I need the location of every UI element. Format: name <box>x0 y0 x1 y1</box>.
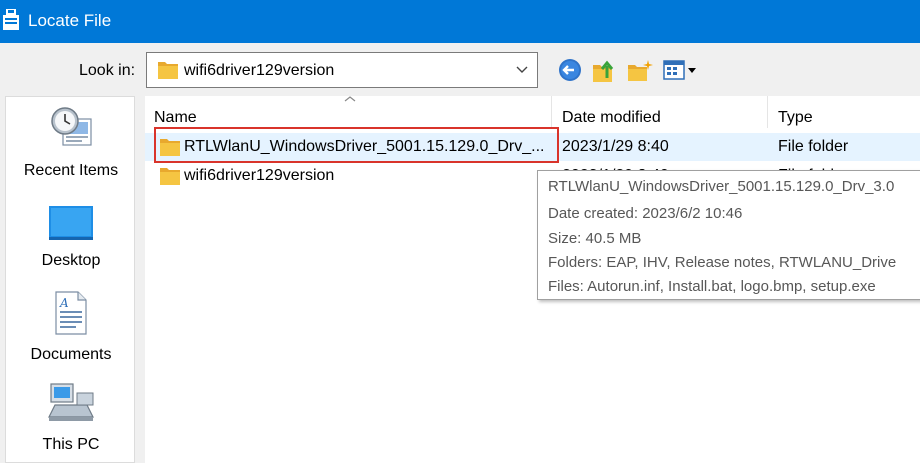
file-info-tooltip: RTLWlanU_WindowsDriver_5001.15.129.0_Drv… <box>537 170 920 300</box>
tooltip-line: RTLWlanU_WindowsDriver_5001.15.129.0_Drv… <box>548 178 895 195</box>
place-recent-items[interactable]: Recent Items <box>6 105 136 179</box>
new-folder-icon <box>628 60 653 81</box>
up-one-level-icon <box>593 60 614 82</box>
title-bar: Locate File <box>0 0 920 43</box>
place-label: This PC <box>42 436 100 453</box>
column-divider[interactable] <box>767 96 768 128</box>
look-in-value: wifi6driver129version <box>184 62 335 79</box>
place-documents[interactable]: A Documents <box>6 291 136 363</box>
places-bar: Recent Items Desktop A Documents This PC <box>5 96 135 463</box>
desktop-icon <box>49 206 93 240</box>
place-desktop[interactable]: Desktop <box>6 205 136 269</box>
place-label: Desktop <box>41 252 101 269</box>
app-icon <box>3 9 19 30</box>
sort-ascending-icon <box>344 96 356 102</box>
column-divider[interactable] <box>551 96 552 128</box>
folder-icon <box>158 62 178 79</box>
table-row[interactable]: RTLWlanU_WindowsDriver_5001.15.129.0_Drv… <box>145 127 920 163</box>
folder-icon <box>160 168 180 185</box>
file-type: File folder <box>778 138 849 155</box>
recent-items-icon <box>51 107 92 146</box>
column-header-type[interactable]: Type <box>778 108 813 128</box>
new-folder-button[interactable] <box>625 56 655 86</box>
tooltip-line: Files: Autorun.inf, Install.bat, logo.bm… <box>548 278 876 295</box>
column-header-date-modified[interactable]: Date modified <box>562 108 661 128</box>
tooltip-line: Date created: 2023/6/2 10:46 <box>548 205 743 222</box>
this-pc-icon <box>48 383 94 421</box>
place-label: Recent Items <box>23 162 119 179</box>
back-button[interactable] <box>556 56 586 86</box>
tooltip-line: Folders: EAP, IHV, Release notes, RTWLAN… <box>548 254 897 271</box>
tooltip-line: Size: 40.5 MB <box>548 230 642 247</box>
documents-icon: A <box>55 291 87 335</box>
chevron-down-icon[interactable] <box>515 64 529 76</box>
window-title: Locate File <box>28 11 112 30</box>
up-one-level-button[interactable] <box>590 56 620 86</box>
column-header-name[interactable]: Name <box>154 108 197 128</box>
back-arrow-icon <box>559 59 581 81</box>
look-in-label: Look in: <box>79 62 136 79</box>
highlight-box <box>154 127 559 163</box>
place-this-pc[interactable]: This PC <box>6 383 136 453</box>
file-date-modified: 2023/1/29 8:40 <box>562 138 669 155</box>
file-name: wifi6driver129version <box>184 167 335 184</box>
look-in-combobox[interactable]: wifi6driver129version <box>146 52 538 88</box>
view-menu-button[interactable] <box>662 56 700 86</box>
place-label: Documents <box>30 346 112 363</box>
view-menu-icon <box>663 60 696 80</box>
svg-text:A: A <box>59 296 69 310</box>
